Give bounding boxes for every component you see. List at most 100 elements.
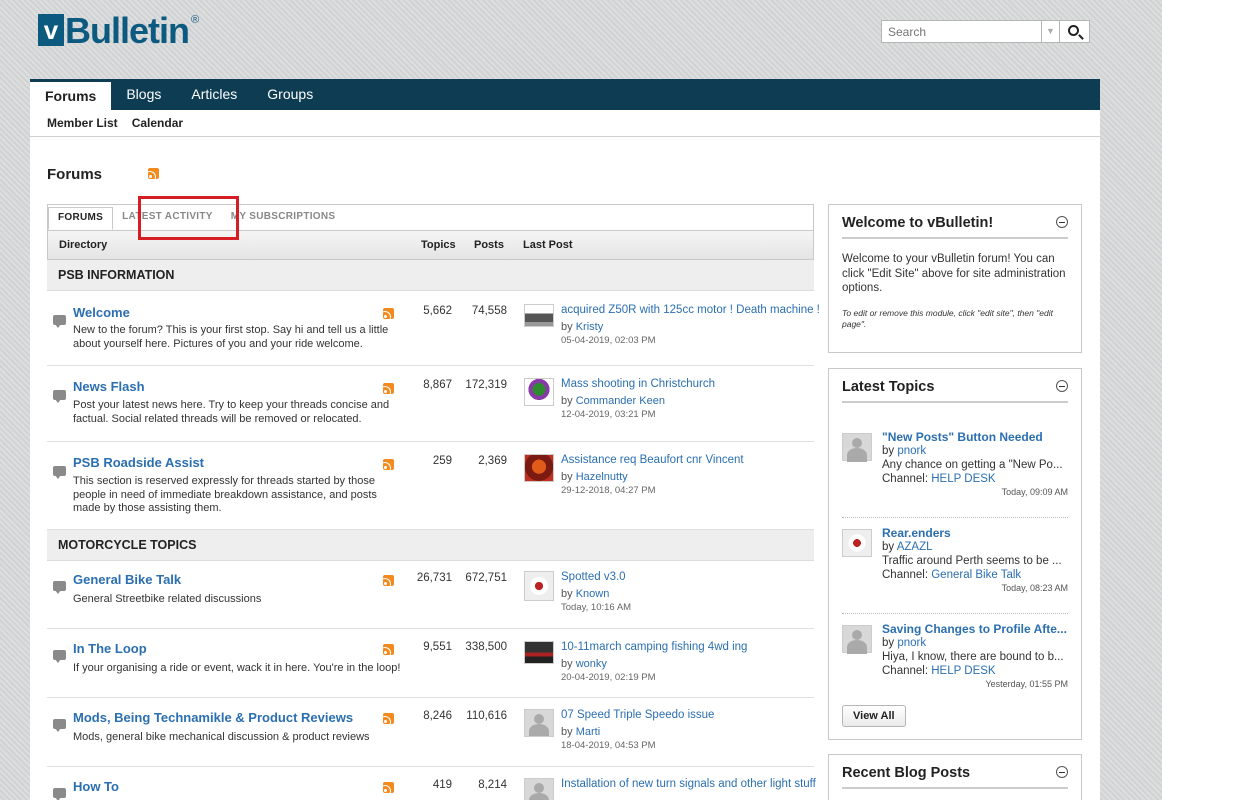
rss-icon[interactable]	[148, 168, 159, 179]
topic-channel-link[interactable]: HELP DESK	[931, 665, 995, 677]
topic-title[interactable]: Saving Changes to Profile Afte...	[882, 622, 1068, 636]
tab-latest-activity[interactable]: LATEST ACTIVITY	[113, 205, 222, 230]
topic-date: Today, 09:09 AM	[1001, 487, 1068, 497]
last-post-avatar[interactable]	[524, 778, 554, 800]
view-all-button[interactable]: View All	[842, 705, 906, 727]
nav-tab-forums[interactable]: Forums	[30, 82, 112, 110]
by-label: by	[561, 658, 576, 670]
tab-forums[interactable]: FORUMS	[48, 207, 114, 230]
last-post-user-link[interactable]: Known	[576, 588, 610, 600]
search-options-dropdown[interactable]: ▼	[1041, 20, 1060, 43]
forum-topics: 5,662	[423, 305, 452, 317]
subnav-member-list[interactable]: Member List	[47, 110, 118, 136]
header-last-post: Last Post	[523, 239, 573, 251]
topic-avatar[interactable]	[842, 529, 872, 557]
forum-name[interactable]: Mods, Being Technamikle & Product Review…	[73, 710, 353, 725]
by-label: by	[561, 395, 576, 407]
nav-tab-groups[interactable]: Groups	[252, 79, 328, 110]
topic-excerpt: Any chance on getting a "New Po...	[882, 459, 1063, 471]
last-post-avatar[interactable]	[524, 304, 554, 327]
forum-name[interactable]: PSB Roadside Assist	[73, 455, 204, 470]
search-button[interactable]	[1060, 20, 1090, 43]
forum-topics: 8,867	[423, 379, 452, 391]
category-header[interactable]: MOTORCYCLE TOPICS	[47, 530, 814, 561]
topic-title[interactable]: "New Posts" Button Needed	[882, 430, 1068, 444]
search-bar: ▼	[881, 20, 1090, 43]
topic-user-link[interactable]: pnork	[897, 445, 926, 457]
last-post-user-link[interactable]: Marti	[576, 726, 600, 738]
last-post-user-link[interactable]: Kristy	[576, 321, 604, 333]
forum-name[interactable]: General Bike Talk	[73, 572, 181, 587]
last-post-avatar[interactable]	[524, 378, 554, 406]
collapse-icon[interactable]	[1056, 380, 1068, 392]
last-post-title[interactable]: acquired Z50R with 125cc motor ! Death m…	[561, 304, 820, 316]
forum-rss-icon[interactable]	[383, 459, 394, 470]
last-post-avatar[interactable]	[524, 709, 554, 737]
last-post-user-link[interactable]: Commander Keen	[576, 395, 665, 407]
last-post-title[interactable]: 10-11march camping fishing 4wd ing	[561, 641, 747, 653]
last-post-avatar[interactable]	[524, 571, 554, 601]
topic-item: Saving Changes to Profile Afte... by pno…	[842, 622, 1068, 710]
tab-my-subscriptions[interactable]: MY SUBSCRIPTIONS	[222, 205, 345, 230]
topic-excerpt: Traffic around Perth seems to be ...	[882, 555, 1062, 567]
last-post-title[interactable]: Installation of new turn signals and oth…	[561, 778, 816, 790]
forum-posts: 110,616	[466, 710, 507, 722]
topic-author: by pnork	[882, 637, 926, 649]
last-post-avatar[interactable]	[524, 641, 554, 664]
channel-label: Channel:	[882, 665, 932, 677]
last-post-title[interactable]: Spotted v3.0	[561, 571, 626, 583]
last-post-author: by Kristy	[561, 321, 603, 333]
forum-name[interactable]: Welcome	[73, 305, 130, 320]
forum-description: Post your latest news here. Try to keep …	[73, 399, 390, 425]
topic-channel: Channel: HELP DESK	[882, 473, 996, 485]
forum-rss-icon[interactable]	[383, 383, 394, 394]
vbulletin-logo[interactable]: v Bulletin ®	[38, 13, 199, 49]
forum-rss-icon[interactable]	[383, 713, 394, 724]
forum-row: General Bike Talk General Streetbike rel…	[47, 561, 814, 629]
topic-divider	[842, 613, 1068, 614]
last-post-avatar[interactable]	[524, 454, 554, 482]
forum-chat-icon	[53, 788, 66, 800]
last-post-title[interactable]: Assistance req Beaufort cnr Vincent	[561, 454, 744, 466]
search-input[interactable]	[881, 20, 1041, 43]
forum-rss-icon[interactable]	[383, 308, 394, 319]
nav-tab-articles[interactable]: Articles	[176, 79, 252, 110]
last-post-date: 18-04-2019, 04:53 PM	[561, 740, 656, 751]
subnav-calendar[interactable]: Calendar	[132, 110, 183, 136]
topic-date: Today, 08:23 AM	[1001, 583, 1068, 593]
last-post-author: by wonky	[561, 658, 607, 670]
topic-avatar[interactable]	[842, 433, 872, 462]
topic-channel-link[interactable]: General Bike Talk	[931, 569, 1021, 581]
latest-topics-module: Latest Topics "New Posts" Button Needed …	[828, 368, 1082, 740]
forum-description: This section is reserved expressly for t…	[73, 475, 377, 514]
by-label: by	[561, 726, 576, 738]
last-post-title[interactable]: Mass shooting in Christchurch	[561, 378, 715, 390]
last-post-date: Today, 10:16 AM	[561, 602, 632, 613]
forum-name[interactable]: How To	[73, 779, 119, 794]
nav-tab-blogs[interactable]: Blogs	[111, 79, 176, 110]
header-posts: Posts	[474, 239, 504, 251]
topic-divider	[842, 517, 1068, 518]
forum-rss-icon[interactable]	[383, 575, 394, 586]
last-post-user-link[interactable]: Hazelnutty	[576, 471, 628, 483]
channel-label: Channel:	[882, 569, 932, 581]
collapse-icon[interactable]	[1056, 766, 1068, 778]
forum-rss-icon[interactable]	[383, 782, 394, 793]
last-post-title[interactable]: 07 Speed Triple Speedo issue	[561, 709, 714, 721]
forum-name[interactable]: News Flash	[73, 379, 145, 394]
category-header[interactable]: PSB INFORMATION	[47, 260, 814, 291]
topic-user-link[interactable]: AZAZL	[897, 541, 933, 553]
topic-title[interactable]: Rear.enders	[882, 526, 1068, 540]
topic-user-link[interactable]: pnork	[897, 637, 926, 649]
forum-topics: 8,246	[423, 710, 452, 722]
topic-avatar[interactable]	[842, 625, 872, 654]
forum-directory: FORUMS LATEST ACTIVITY MY SUBSCRIPTIONS …	[47, 196, 820, 800]
forum-name[interactable]: In The Loop	[73, 641, 147, 656]
collapse-icon[interactable]	[1056, 216, 1068, 228]
last-post-user-link[interactable]: wonky	[576, 658, 607, 670]
forum-rss-icon[interactable]	[383, 644, 394, 655]
forum-row: In The Loop If your organising a ride or…	[47, 629, 814, 698]
topic-author: by pnork	[882, 445, 926, 457]
forum-description: General Streetbike related discussions	[73, 593, 262, 605]
topic-channel-link[interactable]: HELP DESK	[931, 473, 995, 485]
